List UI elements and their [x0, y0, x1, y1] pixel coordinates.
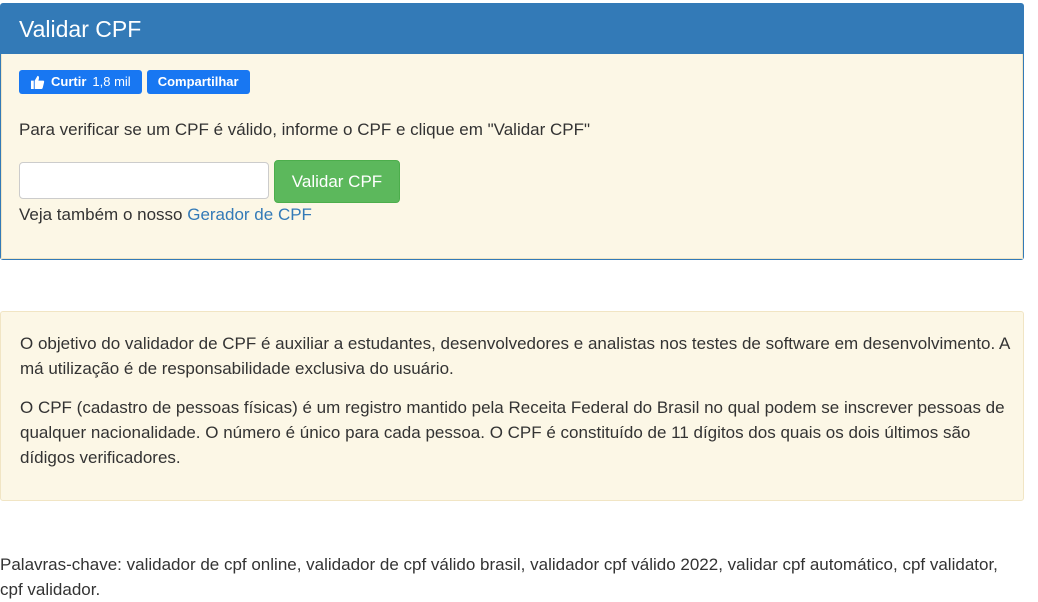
thumbs-up-icon [30, 75, 45, 89]
facebook-share-button[interactable]: Compartilhar [146, 70, 250, 94]
instructions-text: Para verificar se um CPF é válido, infor… [19, 120, 591, 139]
page-title: Validar CPF [1, 4, 1023, 54]
info-paragraph-purpose: O objetivo do validador de CPF é auxilia… [20, 334, 1010, 378]
keywords-text: Palavras-chave: validador de cpf online,… [0, 555, 998, 599]
info-panel: O objetivo do validador de CPF é auxilia… [0, 311, 1024, 501]
like-label: Curtir [51, 74, 87, 89]
facebook-like-button[interactable]: Curtir 1,8 mil [19, 70, 142, 94]
see-also-prefix: Veja também o nosso [19, 205, 188, 224]
cpf-generator-link[interactable]: Gerador de CPF [187, 205, 312, 224]
validate-cpf-button[interactable]: Validar CPF [274, 160, 400, 203]
like-count: 1,8 mil [92, 74, 131, 89]
see-also-text: Veja também o nosso Gerador de CPF [19, 205, 312, 225]
cpf-input[interactable] [19, 162, 269, 199]
info-paragraph-cpf-definition: O CPF (cadastro de pessoas físicas) é um… [20, 398, 1005, 467]
social-buttons: Curtir 1,8 mil Compartilhar [19, 70, 250, 94]
